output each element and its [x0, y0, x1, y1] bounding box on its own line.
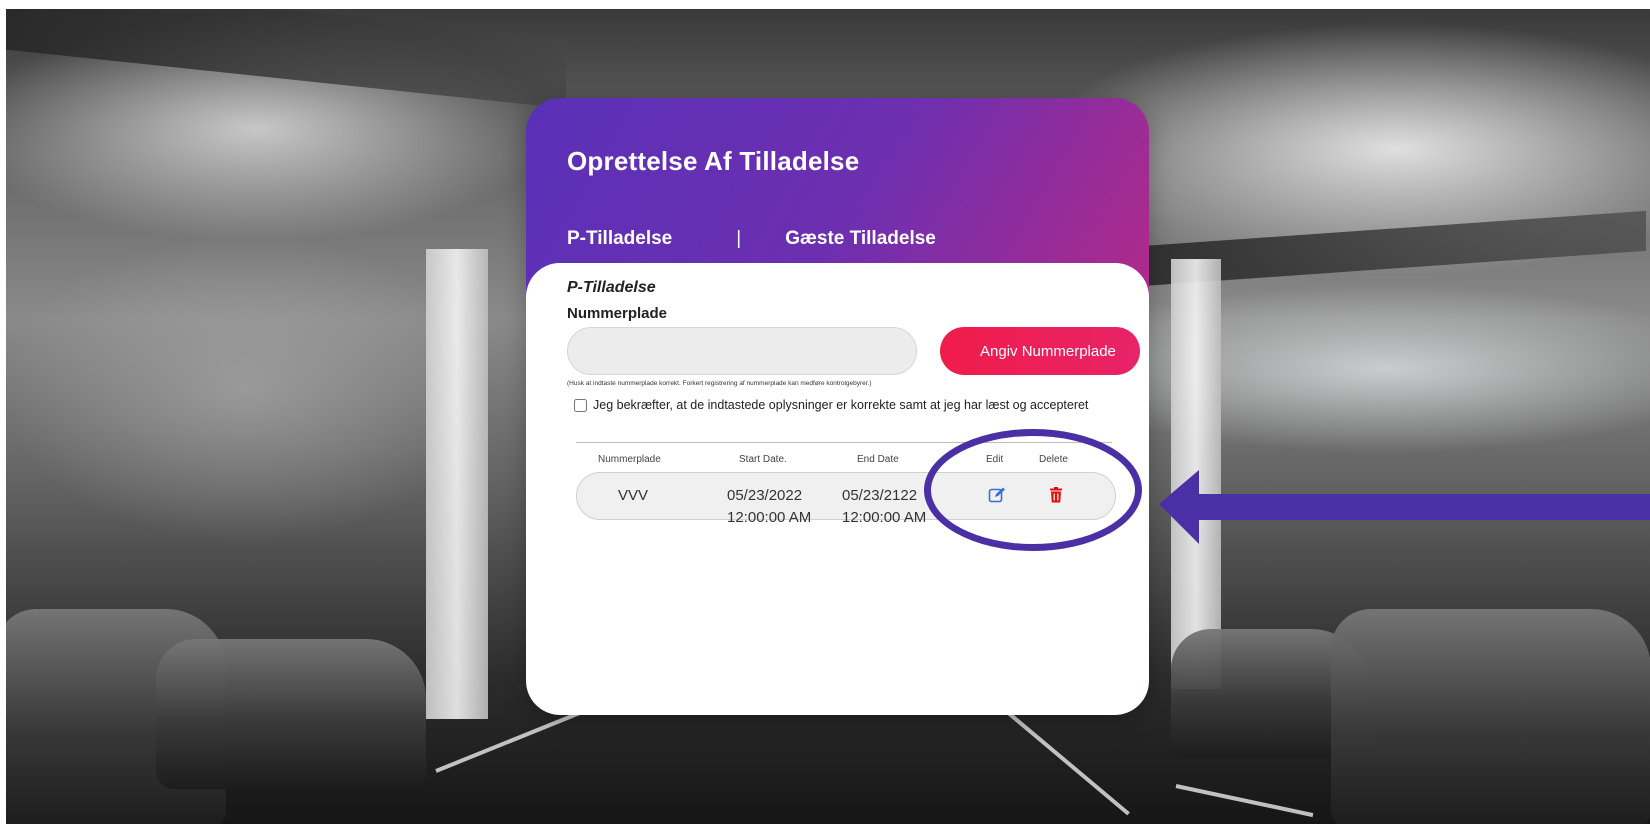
- permit-tabs: P-Tilladelse | Gæste Tilladelse: [567, 228, 936, 250]
- parked-car: [156, 639, 426, 789]
- row-plate: VVV: [618, 487, 649, 504]
- tab-p-tilladelse[interactable]: P-Tilladelse: [567, 228, 672, 250]
- row-start-time: 12:00:00 AM: [727, 509, 812, 526]
- header-nummerplade: Nummerplade: [598, 454, 661, 465]
- tab-separator: |: [736, 228, 742, 249]
- section-title: P-Tilladelse: [567, 279, 656, 296]
- highlight-ellipse: [924, 429, 1142, 551]
- plate-input[interactable]: [567, 327, 917, 375]
- confirm-checkbox[interactable]: [574, 398, 587, 412]
- concrete-pillar: [426, 249, 488, 719]
- ceiling-beam: [6, 9, 566, 109]
- page-title: Oprettelse Af Tilladelse: [567, 146, 860, 176]
- plate-warning-note: (Husk at indtaste nummerplade korrekt. F…: [567, 380, 872, 387]
- pointer-arrow-icon: [1159, 470, 1650, 544]
- parked-car: [1331, 609, 1650, 824]
- header-start-date: Start Date.: [739, 454, 787, 465]
- header-end-date: End Date: [857, 454, 899, 465]
- row-end-date: 05/23/2122: [842, 487, 918, 504]
- submit-plate-button[interactable]: Angiv Nummerplade: [940, 327, 1140, 375]
- tab-gaeste-tilladelse[interactable]: Gæste Tilladelse: [785, 228, 936, 250]
- permit-card: Oprettelse Af Tilladelse P-Tilladelse | …: [526, 98, 1149, 715]
- lane-marking: [1175, 784, 1314, 818]
- row-end-time: 12:00:00 AM: [842, 509, 927, 526]
- confirm-row: Jeg bekræfter, at de indtastede oplysnin…: [574, 398, 1088, 412]
- row-start-date: 05/23/2022: [727, 487, 803, 504]
- lane-marking: [1004, 709, 1130, 816]
- plate-field-label: Nummerplade: [567, 305, 668, 322]
- confirm-label: Jeg bekræfter, at de indtastede oplysnin…: [593, 398, 1089, 412]
